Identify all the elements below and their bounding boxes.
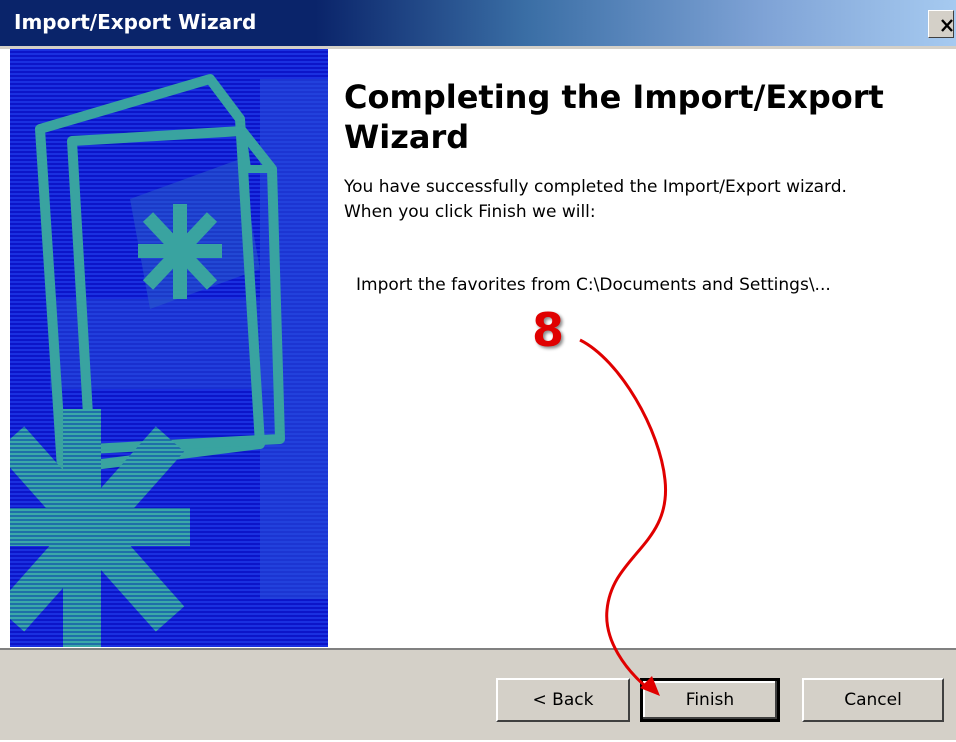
back-button[interactable]: < Back xyxy=(496,678,630,722)
wizard-illustration-panel xyxy=(10,49,328,647)
title-bar[interactable]: Import/Export Wizard xyxy=(0,0,956,49)
window-title: Import/Export Wizard xyxy=(14,10,257,34)
cancel-button[interactable]: Cancel xyxy=(802,678,944,722)
close-icon xyxy=(941,19,953,32)
wizard-illustration xyxy=(10,49,328,647)
completion-description: You have successfully completed the Impo… xyxy=(344,177,847,222)
button-bar: < Back Finish Cancel xyxy=(0,648,956,740)
wizard-content: Completing the Import/Export Wizard You … xyxy=(328,49,956,647)
import-summary: Import the favorites from C:\Documents a… xyxy=(356,275,831,295)
close-button[interactable] xyxy=(928,10,954,38)
finish-button[interactable]: Finish xyxy=(640,678,780,722)
wizard-window: Import/Export Wizard Completing the Impo… xyxy=(0,0,956,740)
page-heading: Completing the Import/Export Wizard xyxy=(344,78,884,156)
